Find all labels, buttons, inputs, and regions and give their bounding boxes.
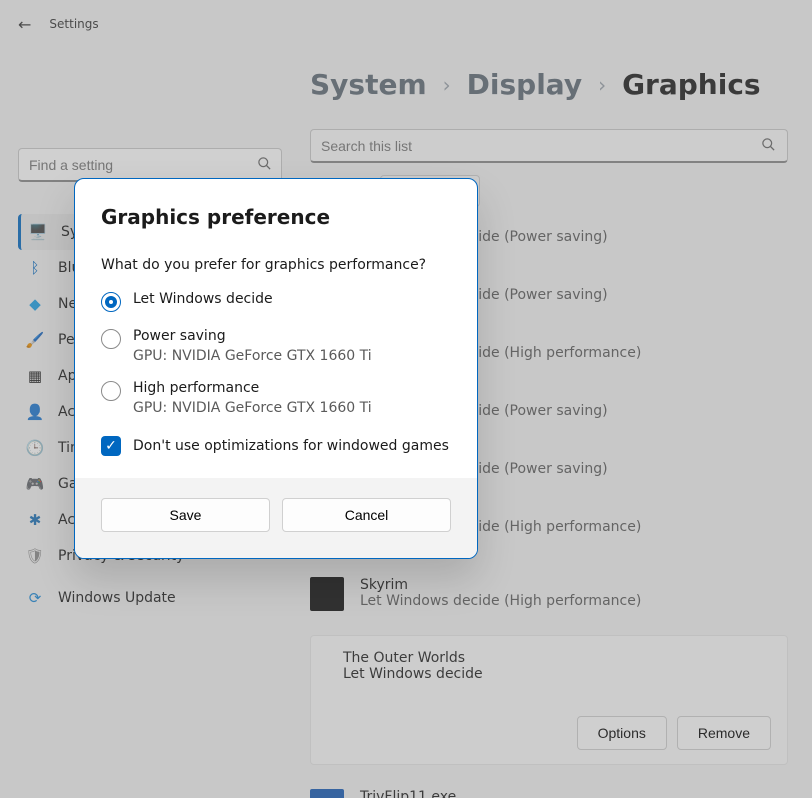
radio-icon [101, 329, 121, 349]
radio-icon [101, 292, 121, 312]
radio-icon [101, 381, 121, 401]
dialog-footer: Save Cancel [75, 478, 477, 558]
option-sublabel: GPU: NVIDIA GeForce GTX 1660 Ti [133, 348, 372, 364]
cancel-button[interactable]: Cancel [282, 498, 451, 532]
option-label: Power saving [133, 328, 372, 344]
checkbox-icon: ✓ [101, 436, 121, 456]
dialog-prompt: What do you prefer for graphics performa… [101, 257, 451, 273]
option-power-saving[interactable]: Power saving GPU: NVIDIA GeForce GTX 166… [101, 328, 451, 364]
save-button[interactable]: Save [101, 498, 270, 532]
settings-window: ← Settings 🖥️System ᛒBluetooth & devices… [0, 0, 812, 798]
option-label: Let Windows decide [133, 291, 273, 307]
option-label: High performance [133, 380, 372, 396]
graphics-preference-dialog: Graphics preference What do you prefer f… [74, 178, 478, 559]
option-high-performance[interactable]: High performance GPU: NVIDIA GeForce GTX… [101, 380, 451, 416]
checkbox-label: Don't use optimizations for windowed gam… [133, 438, 449, 454]
dialog-title: Graphics preference [101, 205, 451, 229]
option-sublabel: GPU: NVIDIA GeForce GTX 1660 Ti [133, 400, 372, 416]
checkbox-windowed-optimizations[interactable]: ✓ Don't use optimizations for windowed g… [101, 436, 451, 456]
option-let-windows-decide[interactable]: Let Windows decide [101, 291, 451, 312]
